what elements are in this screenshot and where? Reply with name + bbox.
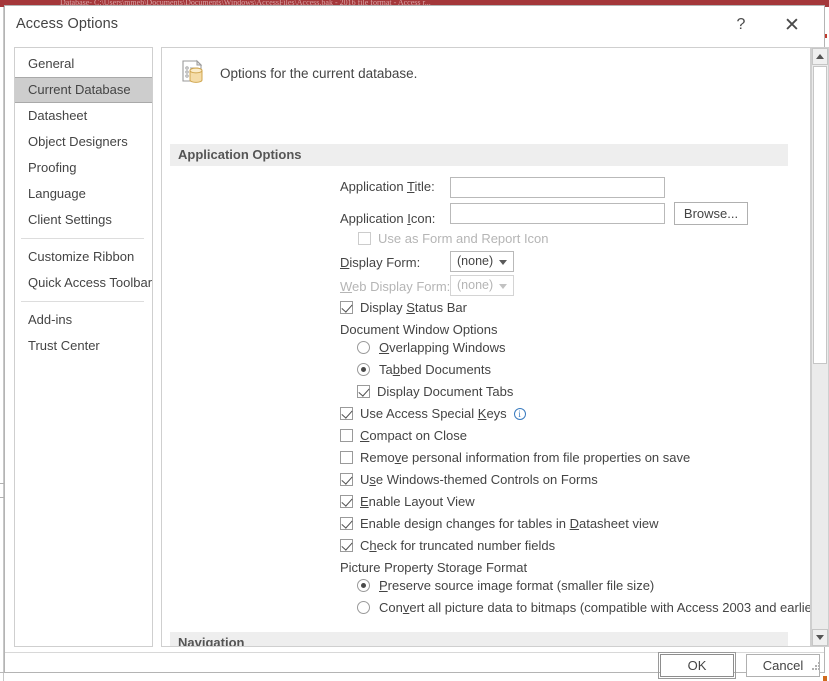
sidebar-separator (21, 301, 144, 302)
checkbox-box (340, 473, 353, 486)
panel-header-text: Options for the current database. (220, 65, 418, 81)
radio-button (357, 579, 370, 592)
display-status-bar-checkbox[interactable]: Display Status Bar (340, 300, 467, 315)
panel-header: Options for the current database. (175, 56, 417, 90)
checkbox-label: Remove personal information from file pr… (360, 450, 691, 465)
checkbox-label: Check for truncated number fields (360, 538, 556, 553)
dialog-title: Access Options (16, 16, 119, 32)
sidebar-item-add-ins[interactable]: Add-ins (15, 307, 152, 333)
radio-button (357, 341, 370, 354)
sidebar-item-proofing[interactable]: Proofing (15, 155, 152, 181)
sidebar-item-customize-ribbon[interactable]: Customize Ribbon (15, 244, 152, 270)
application-icon-label: Application Icon: (340, 211, 436, 226)
database-document-icon (175, 56, 209, 90)
access-options-dialog: Access Options ? ✕ General Current Databa… (4, 5, 829, 679)
preserve-source-image-format-radio[interactable]: Preserve source image format (smaller fi… (357, 578, 654, 593)
checkbox-box (357, 385, 370, 398)
sidebar-separator (21, 238, 144, 239)
enable-layout-view-checkbox[interactable]: Enable Layout View (340, 494, 475, 509)
ok-button[interactable]: OK (658, 652, 736, 679)
use-access-special-keys-checkbox[interactable]: Use Access Special Keys i (340, 406, 526, 421)
display-form-dropdown[interactable]: (none) (450, 251, 514, 272)
sidebar-item-language[interactable]: Language (15, 181, 152, 207)
checkbox-box (340, 517, 353, 530)
checkbox-label: Display Status Bar (360, 300, 467, 315)
close-icon[interactable]: ✕ (774, 9, 810, 41)
document-window-options-label: Document Window Options (340, 322, 498, 337)
checkbox-label: Use Access Special Keys (360, 406, 507, 421)
browse-button[interactable]: Browse... (674, 202, 748, 225)
checkbox-box (340, 301, 353, 314)
convert-picture-data-bitmaps-radio[interactable]: Convert all picture data to bitmaps (com… (357, 600, 811, 615)
checkbox-box (358, 232, 371, 245)
compact-on-close-checkbox[interactable]: Compact on Close (340, 428, 467, 443)
checkbox-label: Display Document Tabs (377, 384, 514, 399)
help-icon[interactable]: ? (723, 9, 759, 41)
checkbox-label: Enable Layout View (360, 494, 475, 509)
chevron-down-icon (499, 260, 507, 265)
radio-label: Preserve source image format (smaller fi… (379, 578, 655, 593)
web-display-form-dropdown: (none) (450, 275, 514, 296)
info-icon[interactable]: i (513, 407, 526, 420)
checkbox-box (340, 429, 353, 442)
chevron-down-icon (499, 284, 507, 289)
section-header-navigation: Navigation (170, 632, 788, 646)
resize-grip[interactable] (810, 659, 822, 671)
checkbox-label: Compact on Close (360, 428, 467, 443)
sidebar-item-trust-center[interactable]: Trust Center (15, 333, 152, 359)
checkbox-label: Use Windows-themed Controls on Forms (360, 472, 598, 487)
sidebar-item-datasheet[interactable]: Datasheet (15, 103, 152, 129)
application-title-label: Application Title: (340, 179, 435, 194)
sidebar-item-general[interactable]: General (15, 51, 152, 77)
application-icon-input[interactable] (450, 203, 665, 224)
cancel-button[interactable]: Cancel (746, 654, 820, 677)
radio-label: Overlapping Windows (379, 340, 506, 355)
scroll-down-arrow-icon[interactable] (812, 629, 828, 646)
use-windows-themed-controls-checkbox[interactable]: Use Windows-themed Controls on Forms (340, 472, 598, 487)
main-panel-scrollbar[interactable] (811, 47, 829, 647)
checkbox-label: Enable design changes for tables in Data… (360, 516, 659, 531)
overlapping-windows-radio[interactable]: Overlapping Windows (357, 340, 505, 355)
options-main-panel: Options for the current database. Applic… (161, 47, 811, 647)
use-as-form-and-report-icon-checkbox: Use as Form and Report Icon (358, 231, 549, 246)
checkbox-box (340, 407, 353, 420)
background-marker-orange (823, 676, 827, 681)
application-title-input[interactable] (450, 177, 665, 198)
options-content: Options for the current database. Applic… (162, 48, 810, 646)
options-sidebar: General Current Database Datasheet Object D… (14, 47, 153, 647)
display-form-label: Display Form: (340, 255, 421, 270)
sidebar-item-object-designers[interactable]: Object Designers (15, 129, 152, 155)
dialog-titlebar: Access Options ? ✕ (5, 6, 824, 45)
display-document-tabs-checkbox[interactable]: Display Document Tabs (357, 384, 513, 399)
enable-design-changes-datasheet-checkbox[interactable]: Enable design changes for tables in Data… (340, 516, 658, 531)
radio-button (357, 363, 370, 376)
web-display-form-value: (none) (457, 278, 494, 292)
radio-button (357, 601, 370, 614)
sidebar-item-quick-access-toolbar[interactable]: Quick Access Toolbar (15, 270, 152, 296)
check-truncated-number-fields-checkbox[interactable]: Check for truncated number fields (340, 538, 555, 553)
application-icon-row: Application Icon: (340, 211, 440, 226)
scrollbar-thumb[interactable] (813, 66, 827, 364)
footer-divider (5, 652, 824, 653)
checkbox-box (340, 451, 353, 464)
checkbox-label: Use as Form and Report Icon (378, 231, 549, 246)
tabbed-documents-radio[interactable]: Tabbed Documents (357, 362, 491, 377)
display-form-value: (none) (457, 254, 494, 268)
sidebar-item-client-settings[interactable]: Client Settings (15, 207, 152, 233)
web-display-form-label: Web Display Form: (340, 279, 451, 294)
checkbox-box (340, 539, 353, 552)
radio-label: Convert all picture data to bitmaps (com… (379, 600, 811, 615)
remove-personal-information-checkbox[interactable]: Remove personal information from file pr… (340, 450, 690, 465)
sidebar-item-current-database[interactable]: Current Database (15, 77, 152, 103)
application-title-row: Application Title: (340, 179, 440, 194)
radio-label: Tabbed Documents (379, 362, 492, 377)
checkbox-box (340, 495, 353, 508)
scroll-up-arrow-icon[interactable] (812, 48, 828, 65)
picture-property-storage-format-label: Picture Property Storage Format (340, 560, 528, 575)
section-header-application-options: Application Options (170, 144, 788, 166)
